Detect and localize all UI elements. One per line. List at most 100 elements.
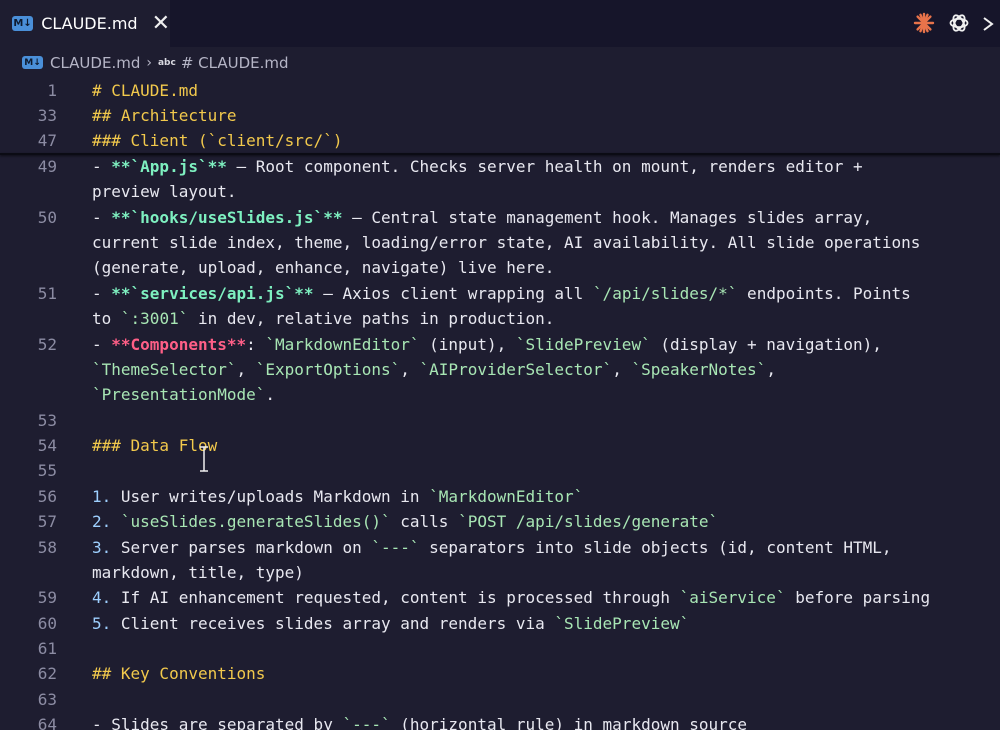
line-number: 47	[37, 131, 57, 150]
text-segment: -	[92, 157, 112, 176]
sticky-line[interactable]: 47 ### Client (`client/src/`)	[0, 128, 1000, 153]
code-line-wrap[interactable]: (generate, upload, enhance, navigate) li…	[0, 255, 1000, 280]
code-line[interactable]: 63	[0, 687, 1000, 712]
text-segment: ,	[400, 360, 420, 379]
text-segment: (input),	[419, 335, 516, 354]
code-line[interactable]: 55	[0, 458, 1000, 483]
tab-claude-md[interactable]: M↓ CLAUDE.md ✕	[0, 0, 170, 47]
code-line[interactable]: 62 ## Key Conventions	[0, 661, 1000, 686]
text-cursor-icon	[198, 444, 210, 474]
text-segment: .	[265, 385, 276, 404]
bold-marker: **	[111, 208, 131, 227]
inline-code: `aiService`	[679, 588, 786, 607]
inline-code: `useSlides.generateSlides()`	[120, 512, 391, 531]
tab-bar: M↓ CLAUDE.md ✕	[0, 0, 1000, 47]
line-number: 59	[37, 588, 57, 607]
bold-text: `App.js`	[130, 157, 208, 176]
text-segment: User writes/uploads Markdown in	[111, 487, 430, 506]
line-number: 58	[37, 538, 57, 557]
code-line[interactable]: 51 - **`services/api.js`** — Axios clien…	[0, 281, 1000, 306]
code-line[interactable]: 61	[0, 636, 1000, 661]
line-number: 55	[37, 461, 57, 480]
inline-code: `SlidePreview`	[554, 614, 690, 633]
inline-code: `MarkdownEditor`	[429, 487, 584, 506]
string-symbol-icon: abc	[157, 57, 176, 68]
code-line[interactable]: 58 3. Server parses markdown on `---` se…	[0, 535, 1000, 560]
sticky-line[interactable]: 33 ## Architecture	[0, 103, 1000, 128]
code-line[interactable]: 49 - **`App.js`** — Root component. Chec…	[0, 154, 1000, 179]
line-number: 33	[37, 106, 57, 125]
bold-text: `services/api.js`	[130, 284, 295, 303]
code-line[interactable]: 53	[0, 408, 1000, 433]
code-line-wrap[interactable]: `ThemeSelector`, `ExportOptions`, `AIPro…	[0, 357, 1000, 382]
code-line-wrap[interactable]: to `:3001` in dev, relative paths in pro…	[0, 306, 1000, 331]
text-segment: -	[92, 208, 112, 227]
text-segment: -	[92, 284, 112, 303]
code-line[interactable]: 52 - **Components**: `MarkdownEditor` (i…	[0, 332, 1000, 357]
inline-code: `PresentationMode`	[92, 385, 266, 404]
claude-logo-icon[interactable]	[913, 12, 935, 38]
code-line[interactable]: 59 4. If AI enhancement requested, conte…	[0, 585, 1000, 610]
line-number: 1	[47, 81, 57, 100]
bold-marker: **	[323, 208, 343, 227]
text-segment: — Axios client wrapping all	[313, 284, 593, 303]
markdown-file-icon: M↓	[22, 56, 43, 69]
code-line[interactable]: 64 - Slides are separated by `---` (hori…	[0, 712, 1000, 730]
line-number: 60	[37, 614, 57, 633]
code-text: to `:3001` in dev, relative paths in pro…	[92, 306, 554, 331]
code-line-wrap[interactable]: current slide index, theme, loading/erro…	[0, 230, 1000, 255]
code-line-wrap[interactable]: markdown, title, type)	[0, 560, 1000, 585]
heading-text: ### Client (`client/src/`)	[92, 131, 343, 150]
sticky-line[interactable]: 1 # CLAUDE.md	[0, 78, 1000, 103]
breadcrumb-symbol[interactable]: # CLAUDE.md	[181, 54, 289, 72]
text-segment: ,	[766, 360, 776, 379]
code-line[interactable]: 54 ### Data Flow	[0, 433, 1000, 458]
code-text: 3. Server parses markdown on `---` separ…	[92, 535, 892, 560]
tab-title: CLAUDE.md	[41, 14, 138, 33]
code-text: markdown, title, type)	[92, 563, 304, 582]
editor[interactable]: 1 # CLAUDE.md 33 ## Architecture 47 ### …	[0, 78, 1000, 730]
code-text: - Slides are separated by `---` (horizon…	[92, 712, 747, 730]
inline-code: `AIProviderSelector`	[419, 360, 613, 379]
inline-code: `ExportOptions`	[255, 360, 401, 379]
text-segment: endpoints. Points	[737, 284, 911, 303]
line-number: 51	[37, 284, 57, 303]
text-segment: :	[246, 335, 266, 354]
openai-logo-icon[interactable]	[948, 12, 970, 38]
close-icon[interactable]: ✕	[152, 12, 170, 35]
code-line-wrap[interactable]: `PresentationMode`.	[0, 382, 1000, 407]
breadcrumb: M↓ CLAUDE.md › abc # CLAUDE.md	[0, 47, 1000, 78]
text-segment: If AI enhancement requested, content is …	[111, 588, 680, 607]
code-text: preview layout.	[92, 182, 237, 201]
text-segment: Server parses markdown on	[111, 538, 372, 557]
code-line-wrap[interactable]: preview layout.	[0, 179, 1000, 204]
code-text: 2. `useSlides.generateSlides()` calls `P…	[92, 509, 718, 534]
code-text: - **`App.js`** — Root component. Checks …	[92, 154, 863, 179]
inline-code: `ThemeSelector`	[92, 360, 237, 379]
text-segment: calls	[390, 512, 459, 531]
text-segment: (horizontal rule) in markdown source	[390, 715, 748, 730]
inline-code: `---`	[342, 715, 391, 730]
line-number: 54	[37, 436, 57, 455]
text-segment: — Central state management hook. Manages…	[342, 208, 873, 227]
code-text: (generate, upload, enhance, navigate) li…	[92, 258, 555, 277]
inline-code: `/api/slides/*`	[592, 284, 738, 303]
code-line[interactable]: 56 1. User writes/uploads Markdown in `M…	[0, 484, 1000, 509]
text-segment: - Slides are separated by	[92, 715, 343, 730]
line-number: 53	[37, 411, 57, 430]
list-number: 2.	[92, 512, 112, 531]
chevron-icon[interactable]	[982, 12, 1000, 38]
bold-marker: **	[111, 335, 131, 354]
line-number: 63	[37, 690, 57, 709]
chevron-right-icon: ›	[146, 54, 152, 71]
breadcrumb-file[interactable]: CLAUDE.md	[50, 54, 140, 72]
list-number: 3.	[92, 538, 112, 557]
bold-marker: **	[294, 284, 314, 303]
line-number: 62	[37, 664, 57, 683]
text-segment: -	[92, 335, 112, 354]
code-text: - **`hooks/useSlides.js`** — Central sta…	[92, 205, 872, 230]
code-line[interactable]: 60 5. Client receives slides array and r…	[0, 611, 1000, 636]
code-text: `PresentationMode`.	[92, 382, 275, 407]
code-line[interactable]: 50 - **`hooks/useSlides.js`** — Central …	[0, 205, 1000, 230]
code-line[interactable]: 57 2. `useSlides.generateSlides()` calls…	[0, 509, 1000, 534]
